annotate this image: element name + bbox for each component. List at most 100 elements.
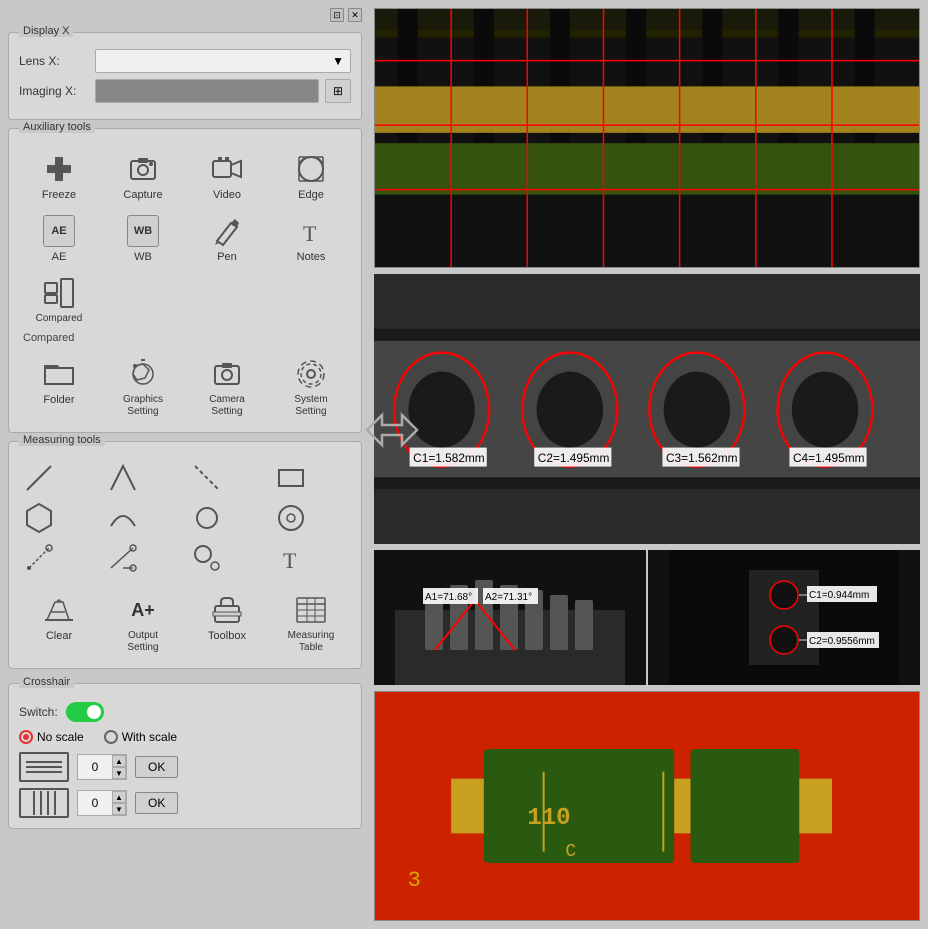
with-scale-radio[interactable]: With scale — [104, 730, 177, 744]
small-circles-svg: C1=0.944mm C2=0.9556mm — [648, 550, 920, 685]
tool-video[interactable]: Video — [187, 147, 267, 205]
angle-image: A1=71.68° A2=71.31° — [374, 550, 646, 685]
tool-graphics[interactable]: GraphicsSetting — [103, 352, 183, 422]
svg-text:C1=1.582mm: C1=1.582mm — [413, 451, 485, 465]
pen-label: Pen — [217, 251, 237, 263]
left-panel: ⊡ ✕ Display X Lens X: ▼ Imaging X: ⊞ Aux… — [0, 0, 370, 929]
graphics-label: GraphicsSetting — [123, 394, 163, 418]
tool-folder[interactable]: Folder — [19, 352, 99, 422]
tool-freeze[interactable]: Freeze — [19, 147, 99, 205]
notes-icon: T — [293, 213, 329, 249]
imaging-input[interactable] — [95, 79, 319, 103]
meas-line[interactable] — [19, 460, 59, 496]
compared-label: Compared — [23, 332, 351, 344]
v-spin-down[interactable]: ▼ — [112, 803, 126, 815]
clear-icon — [41, 592, 77, 628]
crosshair-toggle[interactable] — [66, 702, 104, 722]
tool-system[interactable]: SystemSetting — [271, 352, 351, 422]
meas-circle-sm[interactable] — [187, 500, 227, 536]
with-scale-dot — [104, 730, 118, 744]
measuring-table-label: MeasuringTable — [288, 630, 335, 654]
no-scale-radio[interactable]: No scale — [19, 730, 84, 744]
svg-text:A2=71.31°: A2=71.31° — [485, 592, 532, 603]
capture-icon — [125, 151, 161, 187]
tool-ae[interactable]: AE AE — [19, 209, 99, 267]
bottom-image-svg: 110 C 3 — [375, 692, 919, 920]
auxiliary-section: Auxiliary tools Freeze Capture Video — [8, 128, 362, 433]
toolbox-icon — [209, 592, 245, 628]
switch-label: Switch: — [19, 705, 58, 719]
toolbox-label: Toolbox — [208, 630, 246, 642]
ae-label: AE — [52, 251, 67, 263]
meas-text[interactable]: T — [271, 540, 311, 576]
svg-text:C3=1.562mm: C3=1.562mm — [666, 451, 738, 465]
freeze-label: Freeze — [42, 189, 76, 201]
meas-hex[interactable] — [19, 500, 59, 536]
tool-camera-setting[interactable]: CameraSetting — [187, 352, 267, 422]
graphics-icon — [125, 356, 161, 392]
meas-dash[interactable] — [187, 460, 227, 496]
dropdown-arrow: ▼ — [332, 54, 344, 68]
meas-rect[interactable] — [271, 460, 311, 496]
v-lines-icon — [19, 788, 69, 818]
lens-select[interactable]: ▼ — [95, 49, 351, 73]
right-panel: C1=1.582mm C2=1.495mm C3=1.562mm — [370, 0, 928, 929]
no-scale-dot — [19, 730, 33, 744]
video-label: Video — [213, 189, 241, 201]
freeze-icon — [41, 151, 77, 187]
meas-dot-line[interactable] — [19, 540, 59, 576]
tool-compare[interactable]: Compared — [19, 271, 99, 328]
image-bottom: 110 C 3 — [374, 691, 920, 921]
svg-text:C1=0.944mm: C1=0.944mm — [809, 590, 869, 601]
output-icon: A+ — [125, 592, 161, 628]
tool-wb[interactable]: WB WB — [103, 209, 183, 267]
clear-label: Clear — [46, 630, 72, 642]
with-scale-label: With scale — [122, 730, 177, 744]
angle-svg: A1=71.68° A2=71.31° — [374, 550, 646, 685]
tool-measuring-table[interactable]: MeasuringTable — [271, 588, 351, 658]
wb-label: WB — [134, 251, 152, 263]
crosshair-section: Crosshair Switch: No scale With scale — [8, 683, 362, 829]
v-spin-up[interactable]: ▲ — [112, 791, 126, 803]
meas-circle-lg[interactable] — [271, 500, 311, 536]
edge-label: Edge — [298, 189, 324, 201]
meas-circle-dot[interactable] — [187, 540, 227, 576]
svg-text:C2=1.495mm: C2=1.495mm — [538, 451, 610, 465]
tool-output[interactable]: A+ OutputSetting — [103, 588, 183, 658]
wb-icon: WB — [125, 213, 161, 249]
svg-text:C2=0.9556mm: C2=0.9556mm — [809, 636, 875, 647]
tool-toolbox[interactable]: Toolbox — [187, 588, 267, 658]
imaging-btn[interactable]: ⊞ — [325, 79, 351, 103]
measuring-section: Measuring tools — [8, 441, 362, 669]
display-section: Display X Lens X: ▼ Imaging X: ⊞ — [8, 32, 362, 120]
pen-icon — [209, 213, 245, 249]
h-spin-up[interactable]: ▲ — [112, 755, 126, 767]
ae-icon: AE — [41, 213, 77, 249]
circles-svg: C1=1.582mm C2=1.495mm C3=1.562mm — [374, 274, 920, 544]
top-image-svg — [375, 9, 919, 267]
tool-pen[interactable]: Pen — [187, 209, 267, 267]
tool-edge[interactable]: Edge — [271, 147, 351, 205]
measuring-table-icon — [293, 592, 329, 628]
meas-arc[interactable] — [103, 500, 143, 536]
tool-notes[interactable]: T Notes — [271, 209, 351, 267]
meas-angle-dot[interactable] — [103, 540, 143, 576]
capture-label: Capture — [123, 189, 162, 201]
svg-text:T: T — [303, 221, 317, 246]
circles-image: C1=1.582mm C2=1.495mm C3=1.562mm — [374, 274, 920, 544]
svg-text:C4=1.495mm: C4=1.495mm — [793, 451, 865, 465]
meas-angle[interactable] — [103, 460, 143, 496]
v-value: 0 — [78, 796, 112, 810]
svg-text:A1=71.68°: A1=71.68° — [425, 592, 472, 603]
restore-button[interactable]: ⊡ — [330, 8, 344, 22]
v-ok-button[interactable]: OK — [135, 792, 178, 814]
tool-clear[interactable]: Clear — [19, 588, 99, 658]
h-ok-button[interactable]: OK — [135, 756, 178, 778]
auxiliary-title: Auxiliary tools — [19, 121, 95, 133]
tool-capture[interactable]: Capture — [103, 147, 183, 205]
mid-images: C1=1.582mm C2=1.495mm C3=1.562mm — [374, 274, 920, 544]
close-button[interactable]: ✕ — [348, 8, 362, 22]
camera-setting-icon — [209, 356, 245, 392]
compare-label: Compared — [36, 313, 83, 324]
h-spin-down[interactable]: ▼ — [112, 767, 126, 779]
